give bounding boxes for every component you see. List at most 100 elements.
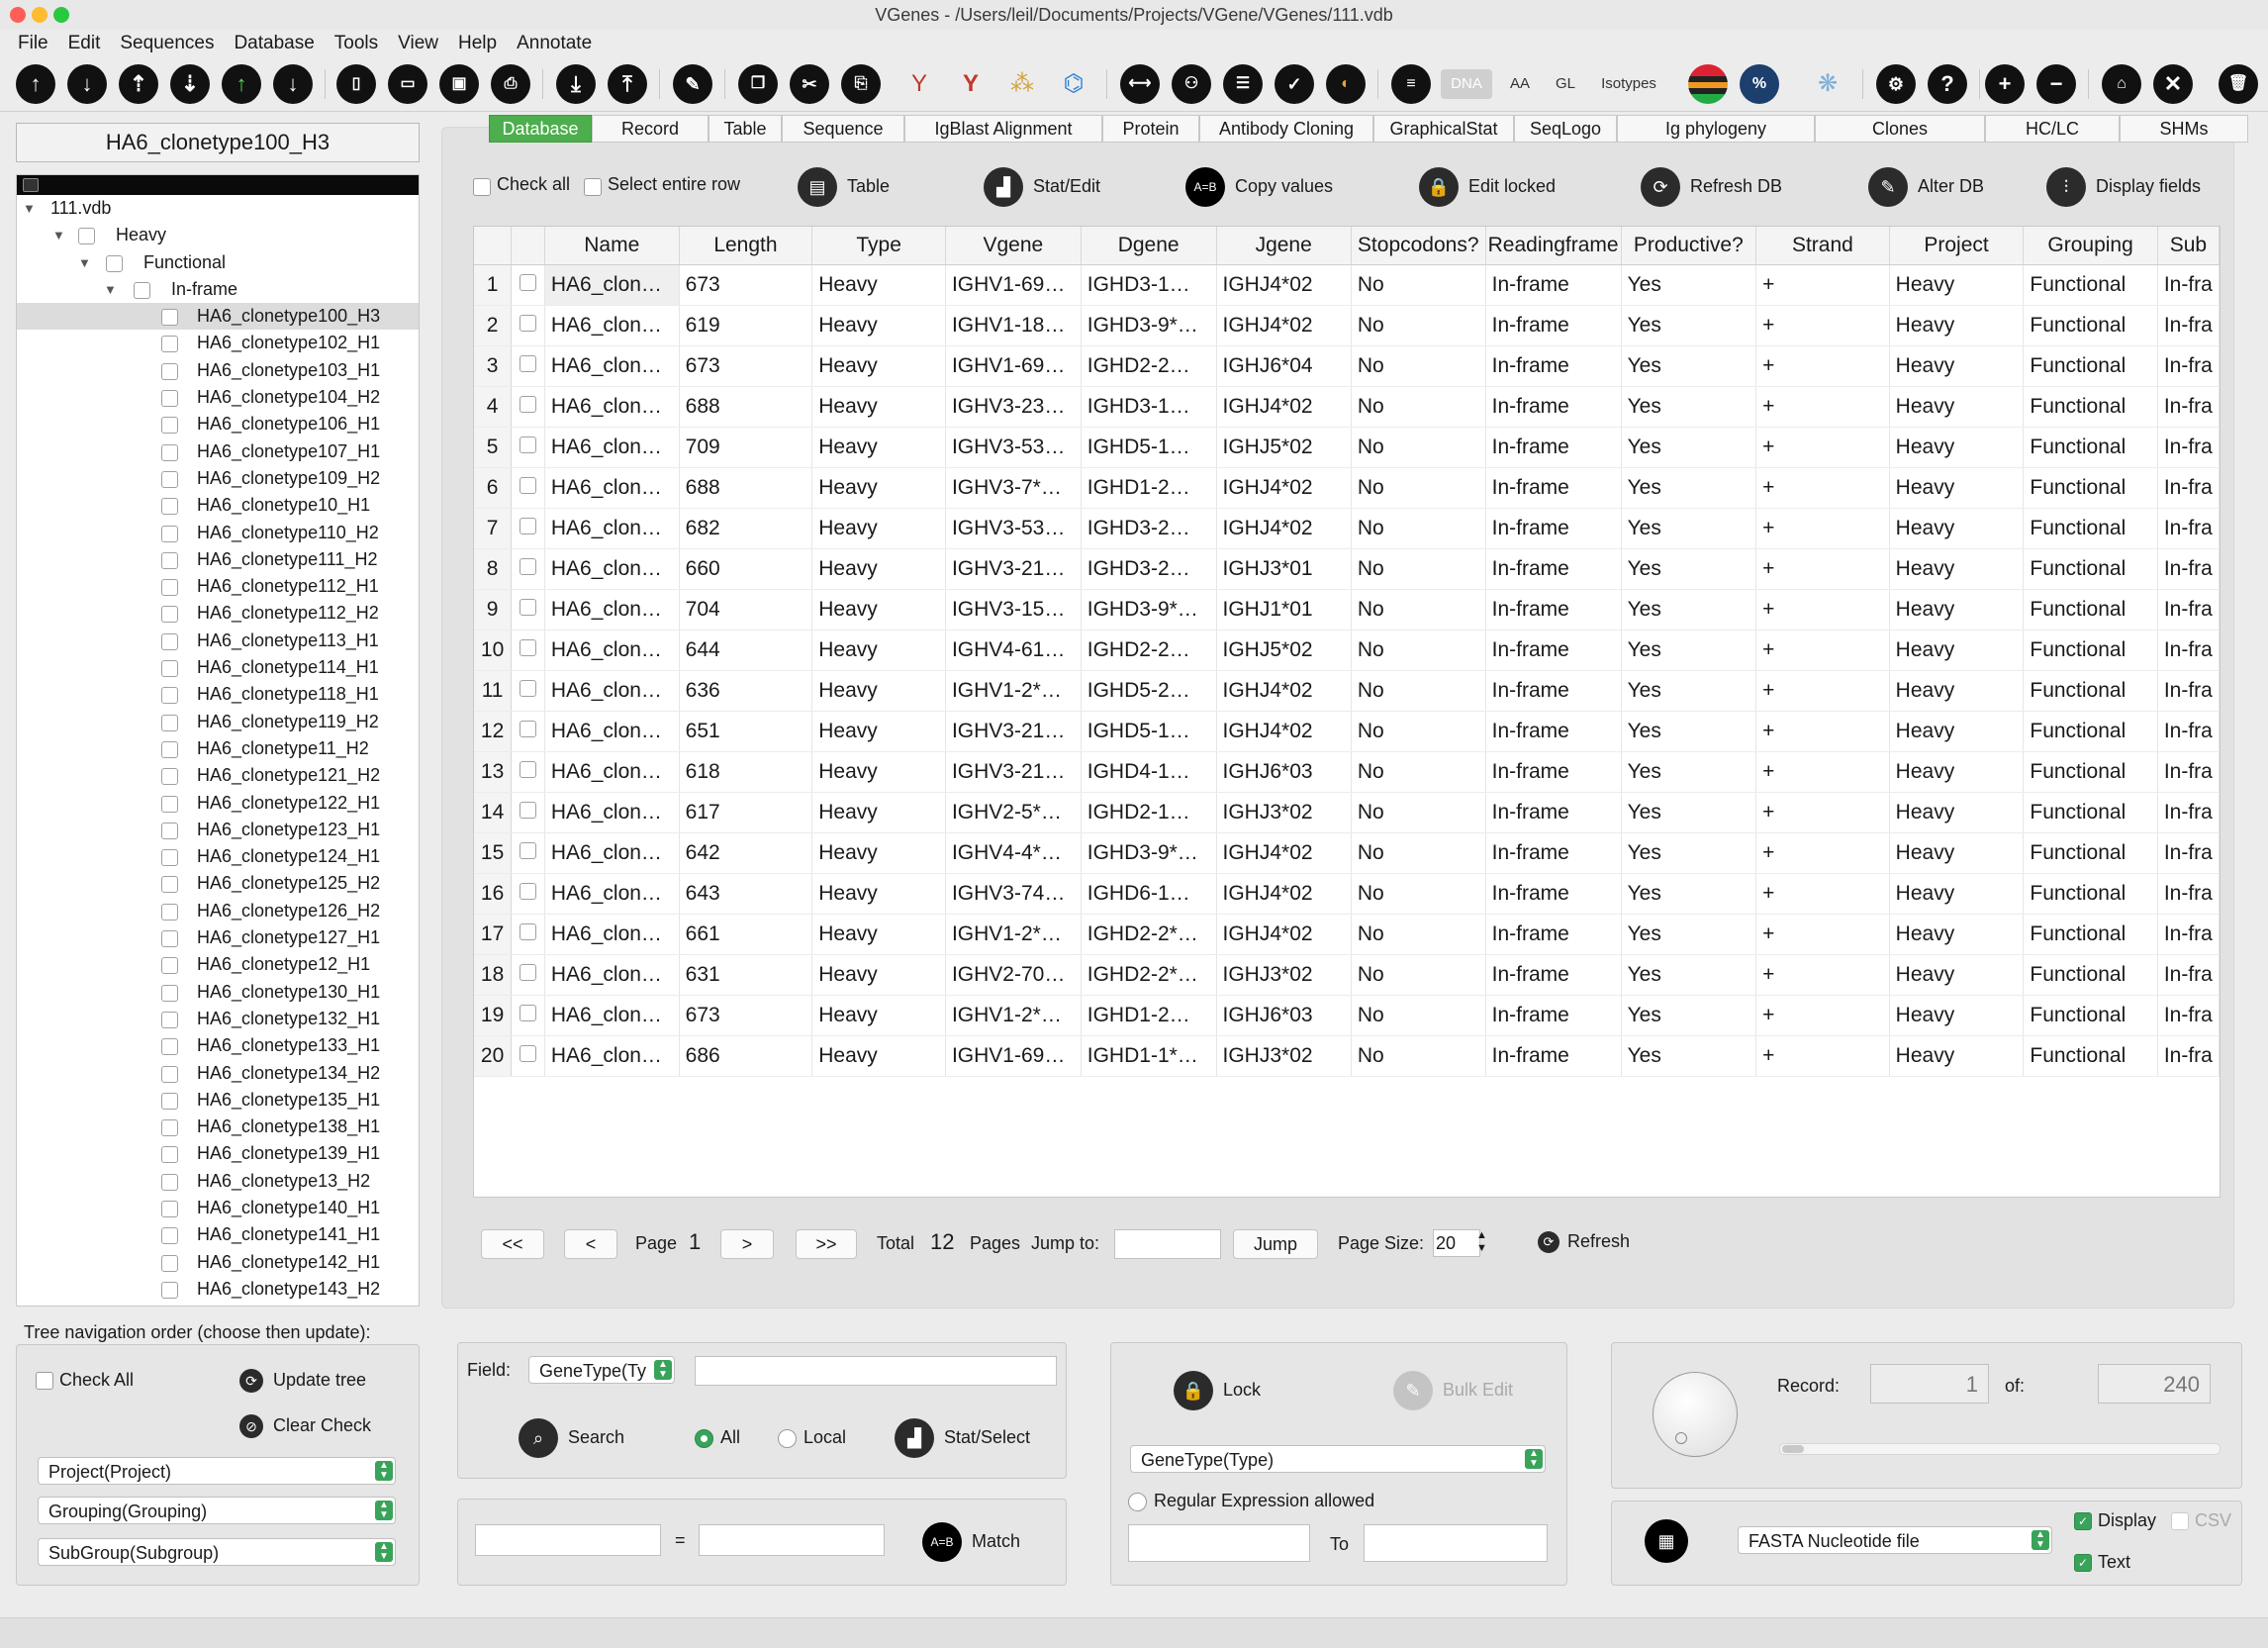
table-cell[interactable]: In-fra: [2157, 264, 2220, 306]
row-checkbox[interactable]: [520, 599, 537, 616]
tree-checkbox[interactable]: [161, 768, 178, 786]
table-cell[interactable]: In-fra: [2157, 345, 2220, 387]
tree-leaf[interactable]: HA6_clonetype112_H1: [17, 573, 419, 600]
table-cell[interactable]: IGHV2-5*…: [945, 792, 1082, 833]
table-cell[interactable]: Heavy: [1889, 548, 2025, 590]
table-cell[interactable]: No: [1351, 548, 1486, 590]
table-cell[interactable]: 636: [679, 670, 813, 712]
tree-leaf[interactable]: HA6_clonetype140_H1: [17, 1195, 419, 1221]
table-cell[interactable]: Functional: [2023, 264, 2158, 306]
tree-leaf[interactable]: HA6_clonetype12_H1: [17, 951, 419, 978]
table-cell[interactable]: HA6_clon…: [544, 427, 680, 468]
table-cell[interactable]: IGHD5-2…: [1081, 670, 1217, 712]
table-cell[interactable]: IGHV3-53…: [945, 508, 1082, 549]
tree-checkbox[interactable]: [161, 957, 178, 975]
cluster-icon[interactable]: ⚇: [1172, 64, 1211, 104]
row-checkbox-cell[interactable]: [511, 751, 545, 793]
tree-checkbox[interactable]: [161, 876, 178, 894]
table-cell[interactable]: IGHJ5*02: [1216, 427, 1352, 468]
table-cell[interactable]: In-frame: [1485, 589, 1622, 630]
table-cell[interactable]: IGHD3-9*…: [1081, 832, 1217, 874]
row-checkbox-cell[interactable]: [511, 792, 545, 833]
table-row[interactable]: 13 HA6_clon… 618 Heavy IGHV3-21… IGHD4-1… IGHJ…: [474, 751, 2220, 793]
tree-checkbox[interactable]: [161, 714, 178, 731]
table-cell[interactable]: In-frame: [1485, 345, 1622, 387]
table-cell[interactable]: HA6_clon…: [544, 670, 680, 712]
help-icon[interactable]: ?: [1928, 64, 1967, 104]
table-cell[interactable]: Yes: [1621, 832, 1757, 874]
prev-page-button[interactable]: <: [564, 1229, 617, 1259]
table-cell[interactable]: Yes: [1621, 427, 1757, 468]
table-cell[interactable]: Yes: [1621, 589, 1757, 630]
table-row[interactable]: 8 HA6_clon… 660 Heavy IGHV3-21… IGHD3-2… IGHJ3…: [474, 548, 2220, 590]
table-cell[interactable]: In-fra: [2157, 792, 2220, 833]
paste-icon[interactable]: ⎘: [841, 64, 881, 104]
tree-level3-select[interactable]: SubGroup(Subgroup) ▲ ▼: [38, 1538, 396, 1566]
row-checkbox[interactable]: [520, 842, 537, 859]
table-cell[interactable]: Heavy: [811, 914, 946, 955]
table-cell[interactable]: Functional: [2023, 995, 2158, 1036]
table-cell[interactable]: IGHV4-4*…: [945, 832, 1082, 874]
tree-leaf[interactable]: HA6_clonetype110_H2: [17, 520, 419, 546]
tree-checkbox[interactable]: [161, 362, 178, 380]
table-cell[interactable]: IGHD3-9*…: [1081, 305, 1217, 346]
table-cell[interactable]: Heavy: [1889, 751, 2025, 793]
tree-checkbox[interactable]: [161, 498, 178, 516]
edit-locked-button[interactable]: 🔒 Edit locked: [1419, 164, 1556, 208]
column-header[interactable]: Strand: [1755, 227, 1890, 265]
record-number-input[interactable]: 1: [1870, 1364, 1989, 1404]
table-row[interactable]: 10 HA6_clon… 644 Heavy IGHV4-61… IGHD2-2… IGHJ…: [474, 630, 2220, 671]
table-row[interactable]: 7 HA6_clon… 682 Heavy IGHV3-53… IGHD3-2… IGHJ4…: [474, 508, 2220, 549]
row-checkbox[interactable]: [520, 315, 537, 332]
table-row[interactable]: 5 HA6_clon… 709 Heavy IGHV3-53… IGHD5-1… IGHJ5…: [474, 427, 2220, 468]
menu-tools[interactable]: Tools: [325, 30, 388, 57]
table-cell[interactable]: Yes: [1621, 914, 1757, 955]
percent-icon[interactable]: %: [1740, 64, 1779, 104]
table-cell[interactable]: Heavy: [1889, 427, 2025, 468]
palette-icon[interactable]: ◐: [1326, 64, 1366, 104]
column-header[interactable]: Grouping: [2023, 227, 2158, 265]
row-checkbox[interactable]: [520, 1045, 537, 1062]
table-cell[interactable]: HA6_clon…: [544, 630, 680, 671]
table-cell[interactable]: 673: [679, 264, 813, 306]
display-checkbox[interactable]: ✓: [2074, 1512, 2092, 1530]
table-cell[interactable]: No: [1351, 589, 1486, 630]
table-cell[interactable]: IGHJ4*02: [1216, 670, 1352, 712]
table-cell[interactable]: In-fra: [2157, 1035, 2220, 1077]
column-header[interactable]: Jgene: [1216, 227, 1352, 265]
print-icon[interactable]: ⎙: [491, 64, 530, 104]
table-cell[interactable]: +: [1755, 548, 1890, 590]
table-row[interactable]: 15 HA6_clon… 642 Heavy IGHV4-4*… IGHD3-9*… IGH…: [474, 832, 2220, 874]
table-cell[interactable]: In-frame: [1485, 386, 1622, 428]
zoom-window-button[interactable]: [53, 7, 69, 23]
tree-leaf[interactable]: HA6_clonetype107_H1: [17, 438, 419, 465]
table-cell[interactable]: In-fra: [2157, 832, 2220, 874]
tree-checkbox[interactable]: [161, 336, 178, 353]
table-cell[interactable]: HA6_clon…: [544, 548, 680, 590]
table-cell[interactable]: Heavy: [1889, 995, 2025, 1036]
table-cell[interactable]: Yes: [1621, 711, 1757, 752]
table-cell[interactable]: IGHD1-1*…: [1081, 1035, 1217, 1077]
tree-checkbox[interactable]: [161, 930, 178, 948]
table-cell[interactable]: +: [1755, 305, 1890, 346]
table-cell[interactable]: HA6_clon…: [544, 264, 680, 306]
table-cell[interactable]: IGHD2-2…: [1081, 345, 1217, 387]
table-cell[interactable]: IGHJ6*03: [1216, 751, 1352, 793]
table-row[interactable]: 12 HA6_clon… 651 Heavy IGHV3-21… IGHD5-1… IGHJ…: [474, 711, 2220, 752]
table-cell[interactable]: In-fra: [2157, 711, 2220, 752]
scope-all-radio[interactable]: [695, 1429, 713, 1448]
table-cell[interactable]: Heavy: [811, 873, 946, 915]
table-cell[interactable]: In-fra: [2157, 914, 2220, 955]
export-icon[interactable]: ▦: [1645, 1519, 1688, 1563]
table-cell[interactable]: HA6_clon…: [544, 914, 680, 955]
column-header[interactable]: Length: [679, 227, 813, 265]
tree-checkbox[interactable]: [78, 228, 95, 245]
table-cell[interactable]: 651: [679, 711, 813, 752]
tree-leaf[interactable]: HA6_clonetype124_H1: [17, 843, 419, 870]
row-checkbox-cell[interactable]: [511, 467, 545, 509]
row-checkbox-cell[interactable]: [511, 995, 545, 1036]
row-checkbox-cell[interactable]: [511, 954, 545, 996]
copy-values-button[interactable]: A=B Copy values: [1185, 164, 1333, 208]
row-checkbox-cell[interactable]: [511, 548, 545, 590]
row-checkbox[interactable]: [520, 964, 537, 981]
